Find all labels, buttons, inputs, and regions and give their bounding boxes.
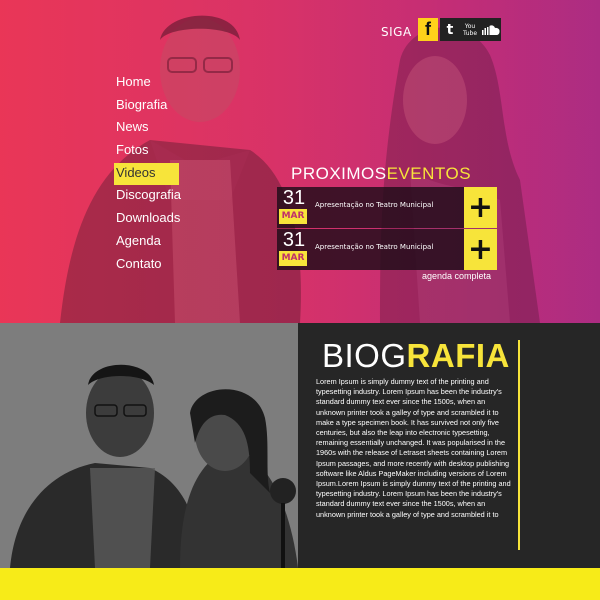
nav-item-fotos[interactable]: Fotos [115,140,178,163]
event-month: MAR [279,251,307,266]
nav-item-downloads[interactable]: Downloads [115,208,180,231]
bio-title: BIOGRAFIA [322,337,510,374]
nav-item-discografia[interactable]: Discografia [115,185,181,208]
main-nav: Home Biografia News Fotos Videos Discogr… [114,72,181,277]
event-date: 31 MAR [277,187,308,228]
hero-section: SIGA f t You Tube Home Biografia News Fo… [0,0,600,323]
event-description: Apresentação no Teatro Municipal [315,243,434,251]
facebook-icon[interactable]: f [418,18,438,41]
event-date: 31 MAR [277,229,308,270]
nav-item-news[interactable]: News [115,117,178,140]
nav-item-home[interactable]: Home [115,72,178,95]
nav-item-agenda[interactable]: Agenda [115,231,178,254]
event-day: 31 [282,229,306,251]
event-description: Apresentação no Teatro Municipal [315,201,434,209]
bio-photo [0,323,298,568]
youtube-icon[interactable]: You Tube [460,18,480,41]
bio-divider [518,340,520,550]
nav-item-contato[interactable]: Contato [115,254,178,277]
event-item: 31 MAR Apresentação no Teatro Municipal … [277,187,497,228]
events-title: PROXIMOSEVENTOS [291,164,472,183]
follow-label: SIGA [381,25,412,39]
footer-bar [0,568,600,600]
event-add-button[interactable]: + [464,229,497,270]
event-day: 31 [282,187,306,209]
twitter-icon[interactable]: t [440,18,460,41]
event-month: MAR [279,209,307,224]
agenda-link[interactable]: agenda completa [422,271,491,281]
event-add-button[interactable]: + [464,187,497,228]
nav-item-videos[interactable]: Videos [114,162,179,186]
event-item: 31 MAR Apresentação no Teatro Municipal … [277,229,497,270]
bio-text: Lorem Ipsum is simply dummy text of the … [316,377,511,519]
soundcloud-icon[interactable] [480,18,501,41]
nav-item-biografia[interactable]: Biografia [115,95,178,118]
